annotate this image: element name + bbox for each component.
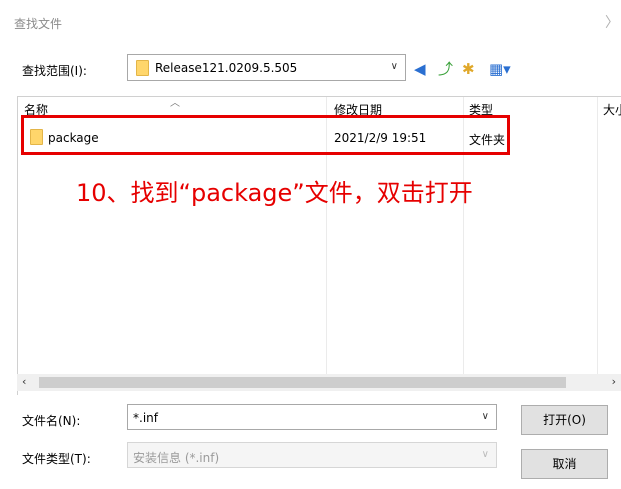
chevron-down-icon: ∨ [481, 449, 489, 460]
cancel-button[interactable]: 取消 [521, 449, 608, 479]
filetype-label: 文件类型(T): [22, 452, 91, 466]
scroll-right-icon[interactable]: › [612, 375, 616, 388]
open-button[interactable]: 打开(O) [521, 405, 608, 435]
up-folder-icon[interactable]: ⤴ [438, 61, 453, 77]
filename-label: 文件名(N): [22, 414, 81, 428]
lookin-combo[interactable]: Release121.0209.5.505 ∨ [127, 54, 406, 81]
view-menu-icon[interactable]: ▦▾ [489, 61, 511, 77]
title-bar: 查找文件 〉 [0, 0, 621, 44]
filetype-select[interactable]: 安装信息 (*.inf) ∨ [127, 442, 497, 468]
window-title: 查找文件 [14, 17, 63, 31]
lookin-label: 查找范围(I): [22, 64, 87, 78]
highlight-box [21, 115, 510, 155]
back-icon[interactable]: ◀ [414, 61, 426, 77]
filename-value: *.inf [133, 411, 158, 425]
folder-icon [136, 60, 149, 76]
lookin-value: Release121.0209.5.505 [155, 61, 298, 75]
sort-up-icon: ︿ [170, 98, 180, 109]
new-folder-icon[interactable]: ✱ [462, 61, 475, 77]
scroll-thumb[interactable] [39, 377, 566, 388]
column-header-size[interactable]: 大小 [603, 101, 621, 118]
annotation-text: 10、找到“package”文件，双击打开 [76, 179, 473, 207]
scroll-left-icon[interactable]: ‹ [22, 375, 26, 388]
horizontal-scrollbar[interactable]: ‹ › [17, 374, 621, 391]
chevron-down-icon: ∨ [390, 61, 398, 72]
filetype-value: 安装信息 (*.inf) [133, 451, 220, 465]
filename-input[interactable]: *.inf ∨ [127, 404, 497, 430]
chevron-down-icon[interactable]: ∨ [482, 411, 489, 422]
close-icon[interactable]: 〉 [605, 12, 619, 32]
